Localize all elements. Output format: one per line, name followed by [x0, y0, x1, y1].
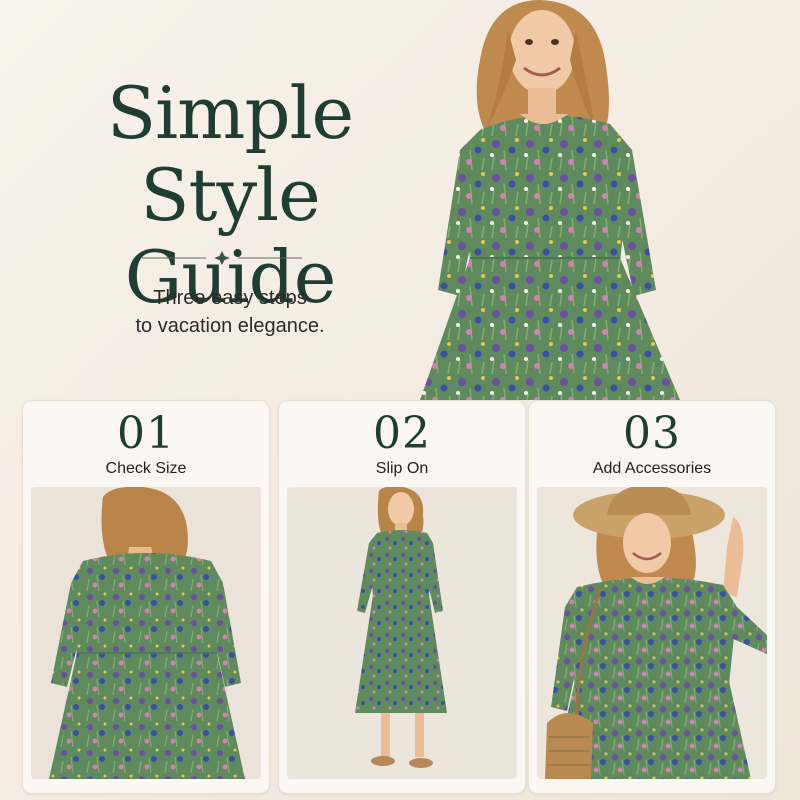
step-label: Slip On — [375, 460, 429, 477]
step-label: Add Accessories — [592, 460, 712, 477]
ornament-divider-icon — [142, 251, 302, 265]
hero-model-image — [420, 0, 680, 400]
page-subtitle: Three easy steps to vacation elegance. — [60, 284, 400, 340]
step-photo — [287, 487, 517, 779]
step-card-1: 01 Check Size — [22, 400, 270, 794]
model-hat-bag-icon — [537, 487, 767, 779]
step-number: 01 — [117, 408, 175, 459]
step-number: 02 — [373, 408, 431, 459]
step-card-2: 02 Slip On — [278, 400, 526, 794]
step-number: 03 — [623, 408, 681, 459]
model-back-view-icon — [31, 487, 261, 779]
page-title: Simple Style Guide — [30, 72, 430, 318]
title-line-1: Simple — [106, 71, 354, 155]
step-label: Check Size — [105, 460, 187, 477]
step-card-3: 03 Add Accessories — [528, 400, 776, 794]
subtitle-line-1: Three easy steps — [153, 287, 307, 309]
step-photo — [537, 487, 767, 779]
model-full-length-icon — [287, 487, 517, 779]
step-photo — [31, 487, 261, 779]
subtitle-line-2: to vacation elegance. — [135, 315, 325, 337]
